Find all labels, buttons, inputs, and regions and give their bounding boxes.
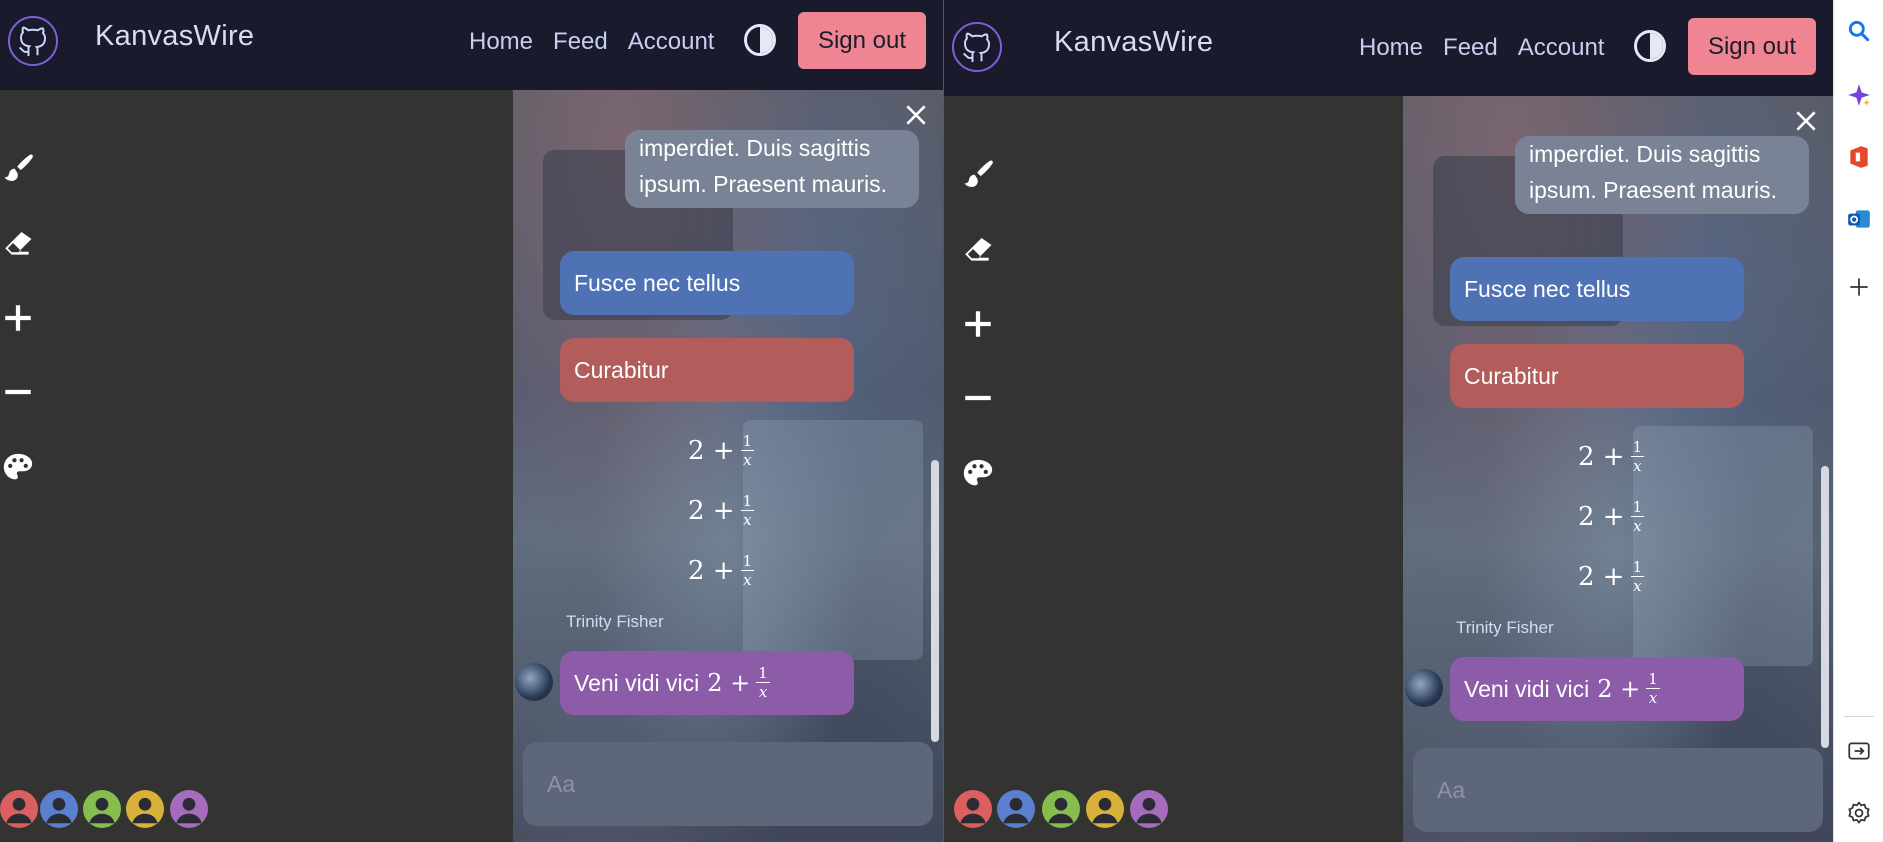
zoom-out-icon[interactable]	[960, 380, 996, 416]
brand-title[interactable]: KanvasWire	[95, 20, 254, 53]
office-icon[interactable]	[1846, 144, 1872, 170]
close-icon[interactable]	[903, 102, 929, 128]
user-icon[interactable]	[40, 790, 78, 828]
message-text: Veni vidi vici	[1464, 675, 1590, 702]
sender-name: Trinity Fisher	[566, 612, 664, 631]
settings-icon[interactable]	[1846, 800, 1872, 826]
message-composer[interactable]	[523, 742, 933, 826]
message-text: Curabitur	[574, 356, 669, 383]
chat-panel: imperdiet. Duis sagittis ipsum. Praesent…	[1403, 96, 1833, 842]
sender-avatar[interactable]	[1405, 669, 1443, 707]
theme-toggle-icon[interactable]	[1634, 30, 1666, 62]
zoom-out-icon[interactable]	[0, 374, 36, 410]
message-text: Fusce nec tellus	[1464, 275, 1631, 302]
sender-avatar[interactable]	[515, 663, 553, 701]
user-icon[interactable]	[126, 790, 164, 828]
nav-home-link[interactable]: Home	[1359, 34, 1423, 62]
chat-scrollbar[interactable]	[931, 460, 939, 742]
message-composer[interactable]	[1413, 748, 1823, 832]
brand-title[interactable]: KanvasWire	[1054, 26, 1213, 59]
chat-message: Veni vidi vici 2 + 1x	[560, 651, 854, 715]
github-logo-icon[interactable]	[952, 22, 1002, 72]
search-icon[interactable]	[1846, 18, 1872, 44]
chat-message: Veni vidi vici 2 + 1x	[1450, 657, 1744, 721]
user-icon[interactable]	[997, 790, 1035, 828]
nav-home-link[interactable]: Home	[469, 28, 533, 56]
math-message: 2 + 1x	[688, 552, 755, 589]
chat-message: Fusce nec tellus	[560, 251, 854, 315]
nav-feed-link[interactable]: Feed	[553, 28, 608, 56]
close-icon[interactable]	[1793, 108, 1819, 134]
math-message: 2 + 1x	[1578, 438, 1645, 475]
chat-message: imperdiet. Duis sagittis ipsum. Praesent…	[625, 130, 919, 208]
github-logo-icon[interactable]	[8, 16, 58, 66]
user-icon[interactable]	[1130, 790, 1168, 828]
sign-out-button[interactable]: Sign out	[798, 12, 926, 69]
user-icon[interactable]	[0, 790, 38, 828]
zoom-in-icon[interactable]	[0, 300, 36, 336]
nav-account-link[interactable]: Account	[628, 28, 715, 56]
chat-message: imperdiet. Duis sagittis ipsum. Praesent…	[1515, 136, 1809, 214]
math-message: 2 + 1x	[1578, 558, 1645, 595]
sidebar-divider	[1844, 716, 1874, 717]
math-message: 2 + 1x	[688, 492, 755, 529]
user-icon[interactable]	[83, 790, 121, 828]
user-icon[interactable]	[170, 790, 208, 828]
message-text: ipsum. Praesent mauris.	[639, 171, 887, 197]
theme-toggle-icon[interactable]	[744, 24, 776, 56]
copilot-icon[interactable]	[1846, 82, 1872, 108]
palette-icon[interactable]	[0, 450, 36, 486]
message-text: ipsum. Praesent mauris.	[1529, 177, 1777, 203]
navbar: KanvasWire Home Feed Account Sign out	[0, 0, 943, 90]
eraser-icon[interactable]	[960, 232, 996, 268]
message-text: Curabitur	[1464, 362, 1559, 389]
message-input[interactable]	[1413, 748, 1823, 832]
message-text: Veni vidi vici	[574, 669, 700, 696]
message-text: imperdiet. Duis sagittis	[639, 135, 871, 161]
zoom-in-icon[interactable]	[960, 306, 996, 342]
chat-scrollbar[interactable]	[1821, 466, 1829, 748]
outlook-icon[interactable]	[1846, 206, 1872, 232]
user-icon[interactable]	[1042, 790, 1080, 828]
browser-sidebar	[1833, 0, 1883, 842]
nav-feed-link[interactable]: Feed	[1443, 34, 1498, 62]
chat-message: Curabitur	[1450, 344, 1744, 408]
brush-icon[interactable]	[960, 156, 996, 192]
chat-panel: imperdiet. Duis sagittis ipsum. Praesent…	[513, 90, 943, 842]
sender-name: Trinity Fisher	[1456, 618, 1554, 637]
palette-icon[interactable]	[960, 456, 996, 492]
math-message: 2 + 1x	[1578, 498, 1645, 535]
user-icon[interactable]	[954, 790, 992, 828]
exit-sidebar-icon[interactable]	[1846, 738, 1872, 764]
brush-icon[interactable]	[0, 150, 36, 186]
eraser-icon[interactable]	[0, 226, 36, 262]
user-icon[interactable]	[1086, 790, 1124, 828]
message-input[interactable]	[523, 742, 933, 826]
add-icon[interactable]	[1846, 274, 1872, 300]
sign-out-button[interactable]: Sign out	[1688, 18, 1816, 75]
navbar: KanvasWire Home Feed Account Sign out	[944, 0, 1833, 96]
chat-message: Curabitur	[560, 338, 854, 402]
math-message: 2 + 1x	[688, 432, 755, 469]
nav-account-link[interactable]: Account	[1518, 34, 1605, 62]
message-text: imperdiet. Duis sagittis	[1529, 141, 1761, 167]
chat-message: Fusce nec tellus	[1450, 257, 1744, 321]
app-window-left: KanvasWire Home Feed Account Sign out im…	[0, 0, 943, 842]
app-window-right: KanvasWire Home Feed Account Sign out im…	[944, 0, 1833, 842]
message-text: Fusce nec tellus	[574, 269, 741, 296]
